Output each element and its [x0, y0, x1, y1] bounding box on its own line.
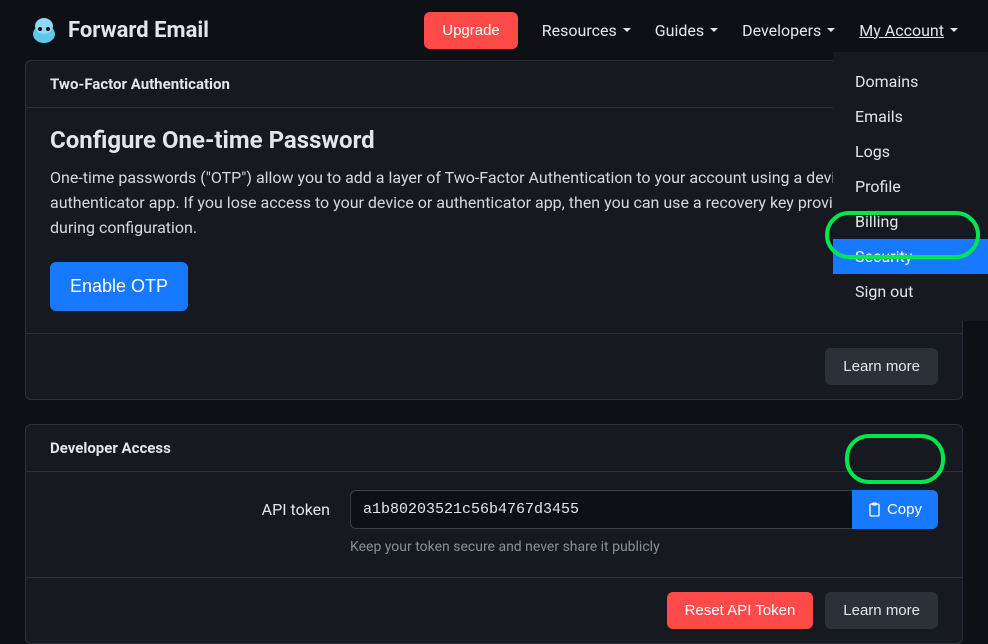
api-token-input[interactable]: [350, 490, 852, 529]
dropdown-item-domains[interactable]: Domains: [833, 64, 988, 99]
developer-card-footer: Reset API Token Learn more: [26, 577, 962, 643]
brand[interactable]: Forward Email: [30, 16, 209, 44]
dropdown-item-signout[interactable]: Sign out: [833, 274, 988, 309]
api-token-help: Keep your token secure and never share i…: [350, 539, 938, 555]
twofa-title: Configure One-time Password: [50, 126, 938, 154]
dropdown-item-emails[interactable]: Emails: [833, 99, 988, 134]
developer-card-body: API token Copy: [26, 472, 962, 577]
caret-down-icon: [827, 28, 835, 32]
logo-icon: [30, 16, 58, 44]
nav-my-account[interactable]: My Account: [859, 21, 958, 40]
caret-down-icon: [950, 28, 958, 32]
dropdown-item-security[interactable]: Security: [833, 239, 988, 274]
nav-guides[interactable]: Guides: [655, 21, 718, 40]
copy-button[interactable]: Copy: [852, 490, 938, 529]
upgrade-button[interactable]: Upgrade: [424, 12, 518, 49]
nav-resources-label: Resources: [542, 21, 617, 40]
account-dropdown: Domains Emails Logs Profile Billing Secu…: [833, 52, 988, 321]
caret-down-icon: [623, 28, 631, 32]
nav-resources[interactable]: Resources: [542, 21, 631, 40]
nav-developers-label: Developers: [742, 21, 821, 40]
nav-developers[interactable]: Developers: [742, 21, 835, 40]
developer-card-header: Developer Access: [26, 425, 962, 472]
api-token-input-group: Copy: [350, 490, 938, 529]
clipboard-icon: [868, 502, 881, 517]
enable-otp-button[interactable]: Enable OTP: [50, 262, 188, 311]
nav-guides-label: Guides: [655, 21, 704, 40]
nav-items: Upgrade Resources Guides Developers My A…: [424, 12, 958, 49]
developer-card: Developer Access API token: [25, 424, 963, 644]
navbar: Forward Email Upgrade Resources Guides D…: [0, 0, 988, 60]
nav-my-account-label: My Account: [859, 21, 944, 40]
reset-api-token-button[interactable]: Reset API Token: [667, 592, 814, 629]
api-token-label: API token: [50, 490, 330, 519]
copy-button-label: Copy: [887, 501, 922, 518]
dropdown-item-profile[interactable]: Profile: [833, 169, 988, 204]
dropdown-item-logs[interactable]: Logs: [833, 134, 988, 169]
twofa-card-body: Configure One-time Password One-time pas…: [26, 108, 962, 333]
caret-down-icon: [710, 28, 718, 32]
twofa-card-header: Two-Factor Authentication: [26, 61, 962, 108]
twofa-description: One-time passwords ("OTP") allow you to …: [50, 166, 938, 240]
api-token-row: API token Copy: [50, 490, 938, 555]
twofa-card-footer: Learn more: [26, 333, 962, 399]
api-token-input-col: Copy Keep your token secure and never sh…: [350, 490, 938, 555]
learn-more-button[interactable]: Learn more: [825, 348, 938, 385]
twofa-card: Two-Factor Authentication Configure One-…: [25, 60, 963, 400]
dropdown-item-billing[interactable]: Billing: [833, 204, 988, 239]
brand-text: Forward Email: [68, 18, 209, 43]
learn-more-button[interactable]: Learn more: [825, 592, 938, 629]
